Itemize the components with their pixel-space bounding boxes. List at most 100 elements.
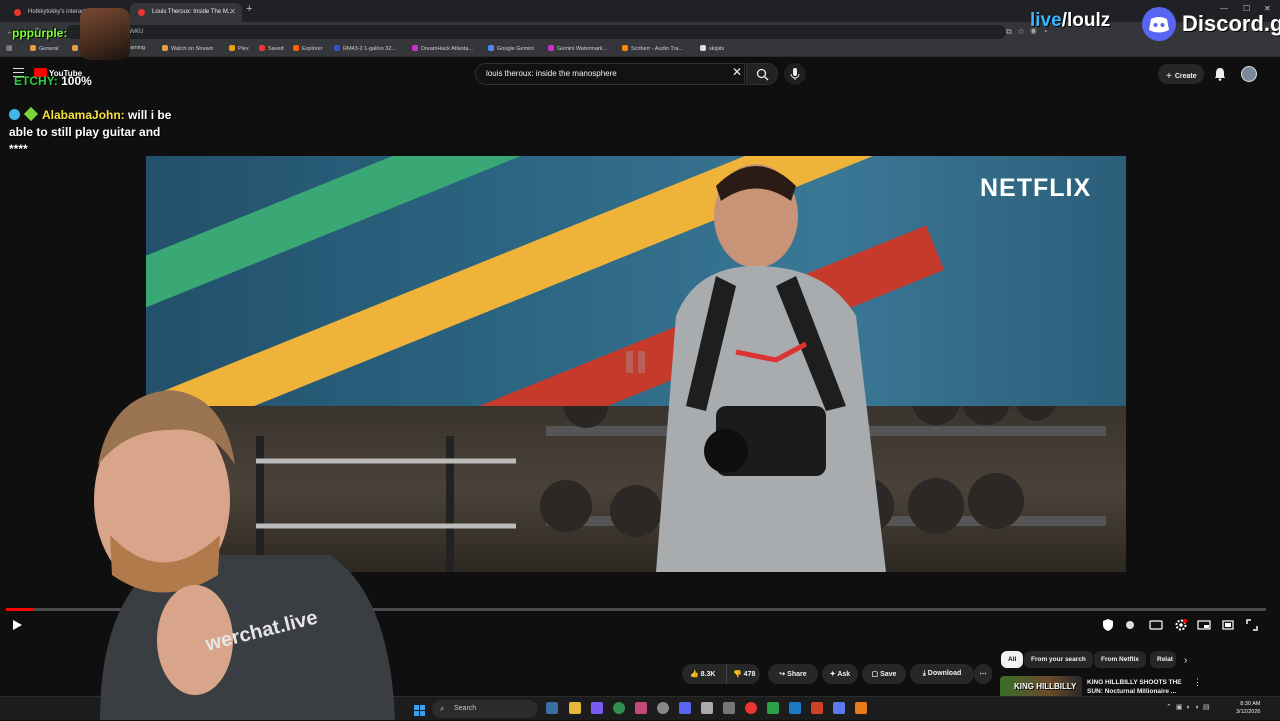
- gear-icon: [1175, 619, 1187, 631]
- sponsorblock-button[interactable]: [1101, 618, 1115, 632]
- like-count: 8.3K: [700, 671, 716, 678]
- chat-username: AlabamaJohn:: [42, 108, 125, 122]
- bookmark-item[interactable]: Saved: [259, 45, 284, 52]
- vlc-icon[interactable]: [855, 702, 867, 714]
- cast-button[interactable]: [1221, 618, 1235, 632]
- dreamhack-icon: [412, 45, 418, 51]
- bookmark-item[interactable]: Scriberr - Audio Tra...: [622, 45, 683, 52]
- clock-time: 8:30 AM: [1240, 701, 1261, 707]
- windows-start-icon[interactable]: [414, 703, 425, 716]
- recommendation-title[interactable]: KING HILLBILLY SHOOTS THE SUN: Nocturnal…: [1087, 678, 1187, 696]
- system-tray-icons[interactable]: ⌃▣◐◖▤: [1166, 703, 1214, 711]
- captions-icon: [1149, 620, 1163, 630]
- miniplayer-button[interactable]: [1197, 618, 1211, 632]
- video-person-figure: [656, 164, 886, 572]
- video-progress-fill: [6, 608, 34, 611]
- taskbar-search[interactable]: ⌕ Search: [432, 700, 538, 718]
- app-icon[interactable]: [767, 702, 779, 714]
- notifications-button[interactable]: [1212, 66, 1228, 87]
- github-icon[interactable]: [657, 702, 669, 714]
- steam-icon[interactable]: [789, 702, 801, 714]
- taskbar-clock[interactable]: 8:30 AM 3/12/2026: [1236, 700, 1260, 716]
- play-icon: [13, 620, 22, 630]
- app-icon[interactable]: [723, 702, 735, 714]
- folder-icon: [162, 45, 168, 51]
- bookmark-item[interactable]: General: [30, 45, 59, 52]
- download-button[interactable]: ⤓ Download: [910, 664, 974, 684]
- chrome-icon[interactable]: [613, 702, 625, 714]
- autoplay-toggle[interactable]: [1123, 618, 1137, 632]
- more-actions-button[interactable]: ⋯: [974, 664, 992, 684]
- chip-from-your-search[interactable]: From your search: [1024, 651, 1093, 668]
- explorer-icon: [293, 45, 299, 51]
- ask-button[interactable]: ✦ Ask: [822, 664, 858, 684]
- bell-icon: [1215, 68, 1225, 81]
- bookmark-item[interactable]: Watch on Stream: [162, 45, 213, 52]
- miniplayer-icon: [1197, 620, 1211, 630]
- new-tab-icon[interactable]: +: [246, 3, 252, 15]
- url-field[interactable]: ych?v=Ms23Fe/WvKU: [66, 25, 1006, 39]
- app-icon[interactable]: [701, 702, 713, 714]
- etchy-label: ETCHY:: [14, 74, 58, 88]
- dislike-button[interactable]: 👎 478: [726, 664, 760, 684]
- app-icon[interactable]: [635, 702, 647, 714]
- obs-icon[interactable]: [745, 702, 757, 714]
- gemini-icon: [488, 45, 494, 51]
- fullscreen-button[interactable]: [1245, 618, 1259, 632]
- voice-search-button[interactable]: [784, 63, 806, 85]
- etchy-overlay: ETCHY: 100%: [14, 74, 92, 88]
- scriberr-icon: [622, 45, 628, 51]
- gemini-icon: [548, 45, 554, 51]
- create-button[interactable]: + Create: [1158, 64, 1204, 84]
- autoplay-icon: [1126, 621, 1134, 629]
- search-box: [475, 63, 745, 85]
- bookmark-item[interactable]: Google Gemini: [488, 45, 534, 52]
- settings-button[interactable]: [1174, 618, 1188, 632]
- bookmark-item[interactable]: RM43-2 1-gallon 32...: [334, 45, 396, 52]
- account-avatar[interactable]: [1241, 66, 1257, 82]
- bookmark-icon: [334, 45, 340, 51]
- like-button[interactable]: 👍 8.3K: [682, 664, 726, 684]
- apps-grid-icon[interactable]: ▦: [6, 44, 13, 52]
- brave-icon[interactable]: [811, 702, 823, 714]
- share-icon: ↪: [779, 671, 788, 678]
- shield-icon: [1103, 619, 1113, 631]
- cast-icon: [1222, 620, 1234, 630]
- discord-icon[interactable]: [679, 702, 691, 714]
- search-button[interactable]: [746, 63, 778, 85]
- taskview-icon[interactable]: [546, 702, 558, 714]
- chevron-right-icon[interactable]: ›: [1184, 655, 1187, 666]
- thumbs-up-icon: 👍: [690, 671, 699, 678]
- dislike-count: 478: [743, 671, 756, 678]
- verified-badge-icon: [9, 109, 20, 120]
- chip-all[interactable]: All: [1001, 651, 1024, 668]
- subtitles-button[interactable]: [1149, 618, 1163, 632]
- livelouz-overlay: live/loulz: [1030, 10, 1111, 31]
- browser-tab-active[interactable]: Louis Theroux: Inside The M... ✕: [130, 3, 242, 22]
- bookmark-item[interactable]: DreamHack Atlanta...: [412, 45, 473, 52]
- plex-icon: [229, 45, 235, 51]
- clock-date: 3/12/2026: [1236, 709, 1261, 715]
- clear-search-icon[interactable]: ✕: [732, 66, 742, 78]
- recommendation-menu-icon[interactable]: ⋮: [1193, 677, 1202, 688]
- file-explorer-icon[interactable]: [569, 702, 581, 714]
- pause-icon: [626, 351, 648, 373]
- bookmark-item[interactable]: Gemini Watermark...: [548, 45, 607, 52]
- bookmark-item[interactable]: Plex: [229, 45, 249, 52]
- save-button[interactable]: ▢ Save: [862, 664, 906, 684]
- chip-related[interactable]: Relat: [1150, 651, 1176, 668]
- notepad-icon[interactable]: [833, 702, 845, 714]
- bookmark-item[interactable]: Explorer: [293, 45, 322, 52]
- streamer-webcam: werchat.live: [94, 390, 395, 720]
- folder-icon: [72, 45, 78, 51]
- share-button[interactable]: ↪ Share: [768, 664, 818, 684]
- play-button[interactable]: [10, 618, 24, 632]
- close-tab-icon[interactable]: ✕: [229, 7, 236, 16]
- app-icon[interactable]: [591, 702, 603, 714]
- chip-from-netflix[interactable]: From Netflix: [1094, 651, 1146, 668]
- discord-overlay: Discord.gg: [1140, 5, 1280, 43]
- search-input[interactable]: [486, 69, 726, 78]
- bookmark-item[interactable]: skipits: [700, 45, 724, 52]
- plus-icon: +: [1166, 71, 1172, 82]
- streamer-mini-cam: [80, 8, 130, 60]
